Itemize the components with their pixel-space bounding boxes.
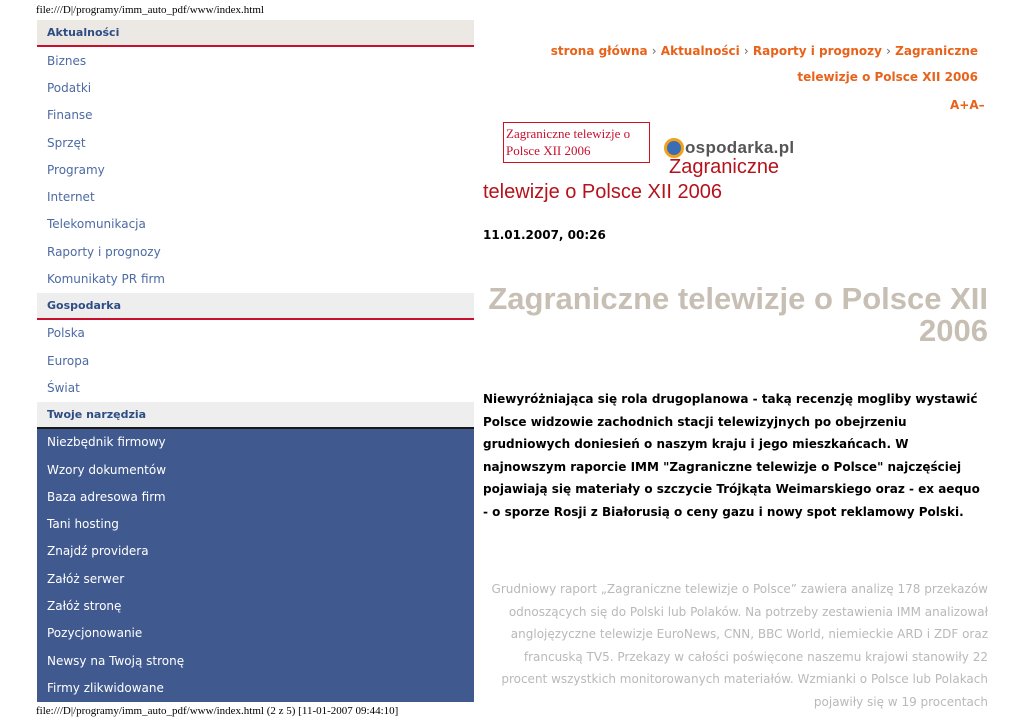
sidebar-item-podatki[interactable]: Podatki <box>37 74 474 101</box>
sidebar-item-newsy[interactable]: Newsy na Twoją stronę <box>37 647 474 674</box>
article-lead: Niewyróżniająca się rola drugoplanowa - … <box>483 392 980 519</box>
sidebar-item-provider[interactable]: Znajdź providera <box>37 538 474 565</box>
sidebar-item-hosting[interactable]: Tani hosting <box>37 510 474 537</box>
sidebar: Aktualności Biznes Podatki Finanse Sprzę… <box>37 20 474 703</box>
font-increase-button[interactable]: A+ <box>950 98 969 112</box>
sidebar-item-finanse[interactable]: Finanse <box>37 102 474 129</box>
breadcrumb-aktualnosci[interactable]: Aktualności <box>661 44 740 58</box>
breadcrumb: strona główna › Aktualności › Raporty i … <box>500 38 978 90</box>
tools-menu: Niezbędnik firmowy Wzory dokumentów Baza… <box>37 428 474 702</box>
sidebar-item-strona[interactable]: Załóż stronę <box>37 592 474 619</box>
sidebar-item-firmy-zlikwidowane[interactable]: Firmy zlikwidowane <box>37 674 474 701</box>
sidebar-section-title-gospodarka[interactable]: Gospodarka <box>37 292 474 320</box>
sidebar-item-wzory[interactable]: Wzory dokumentów <box>37 456 474 483</box>
article-body: Grudniowy raport „Zagraniczne telewizje … <box>491 582 988 709</box>
sidebar-item-biznes[interactable]: Biznes <box>37 47 474 74</box>
sidebar-item-internet[interactable]: Internet <box>37 183 474 210</box>
breadcrumb-separator: › <box>743 44 749 58</box>
article-title-line1: Zagraniczne <box>669 156 780 178</box>
article-heading: Zagraniczne telewizje o Polsce XII 2006 <box>488 281 988 348</box>
sidebar-item-raporty[interactable]: Raporty i prognozy <box>37 238 474 265</box>
sidebar-item-telekomunikacja[interactable]: Telekomunikacja <box>37 211 474 238</box>
article-date: 11.01.2007, 00:26 <box>483 228 606 242</box>
breadcrumb-separator: › <box>651 44 657 58</box>
breadcrumb-separator: › <box>886 44 891 58</box>
article-title-line2: telewizje o Polsce XII 2006 <box>483 181 723 203</box>
breadcrumb-raporty[interactable]: Raporty i prognozy <box>753 44 882 58</box>
article-title: Zagraniczne telewizje o Polsce XII 2006 <box>483 155 988 205</box>
sidebar-section-title-aktualnosci[interactable]: Aktualności <box>37 20 474 47</box>
breadcrumb-home[interactable]: strona główna <box>551 44 648 58</box>
sidebar-item-niezbednik[interactable]: Niezbędnik firmowy <box>37 429 474 456</box>
sidebar-item-programy[interactable]: Programy <box>37 156 474 183</box>
sidebar-item-baza[interactable]: Baza adresowa firm <box>37 483 474 510</box>
sidebar-item-komunikaty[interactable]: Komunikaty PR firm <box>37 265 474 292</box>
pdf-header-path: file:///D|/programy/imm_auto_pdf/www/ind… <box>36 4 264 16</box>
sidebar-item-europa[interactable]: Europa <box>37 347 474 374</box>
sidebar-item-swiat[interactable]: Świat <box>37 374 474 401</box>
font-size-controls: A+A– <box>950 98 985 112</box>
sidebar-section-title-narzedzia[interactable]: Twoje narzędzia <box>37 401 474 429</box>
sidebar-item-polska[interactable]: Polska <box>37 320 474 347</box>
pdf-footer-path: file:///D|/programy/imm_auto_pdf/www/ind… <box>36 705 399 717</box>
font-decrease-button[interactable]: A– <box>969 98 984 112</box>
sidebar-item-pozycjonowanie[interactable]: Pozycjonowanie <box>37 620 474 647</box>
sidebar-item-serwer[interactable]: Załóż serwer <box>37 565 474 592</box>
sidebar-item-sprzet[interactable]: Sprzęt <box>37 129 474 156</box>
